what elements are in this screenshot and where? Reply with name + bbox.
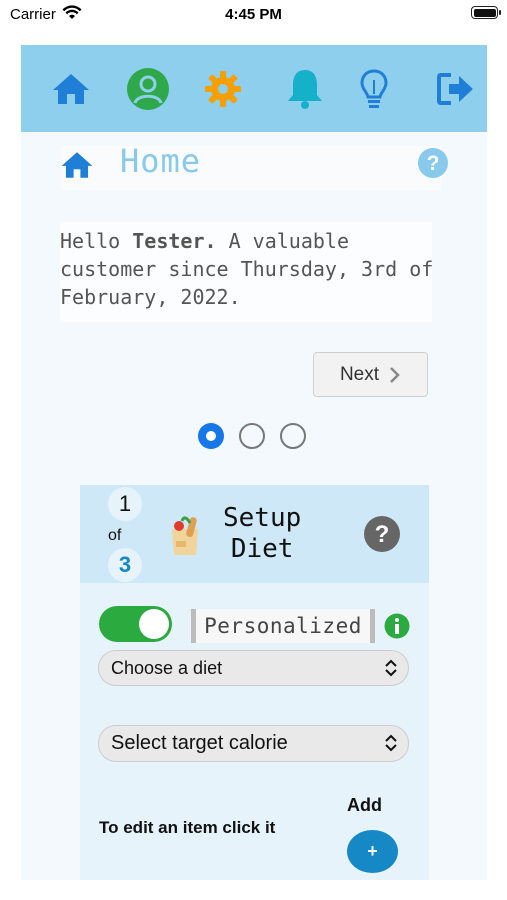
home-icon bbox=[53, 74, 89, 104]
chevron-updown-icon bbox=[385, 659, 397, 677]
svg-text:?: ? bbox=[427, 152, 440, 175]
step-total: 3 bbox=[108, 548, 142, 582]
logout-icon bbox=[437, 73, 473, 105]
edit-hint: To edit an item click it bbox=[99, 818, 276, 837]
nav-home-button[interactable] bbox=[49, 67, 93, 111]
page-dot-1[interactable] bbox=[198, 423, 224, 449]
chevron-updown-icon bbox=[385, 734, 397, 752]
help-icon[interactable]: ? bbox=[363, 515, 401, 558]
next-button[interactable]: Next bbox=[313, 352, 428, 397]
user-name: Tester. bbox=[132, 229, 217, 253]
step-of-label: of bbox=[108, 527, 122, 544]
battery-icon bbox=[471, 6, 501, 19]
greeting-text: Hello Tester. A valuable customer since … bbox=[60, 229, 434, 309]
next-button-label: Next bbox=[339, 363, 380, 385]
bell-icon bbox=[288, 70, 322, 109]
nav-logout-button[interactable] bbox=[433, 67, 477, 111]
add-item-button[interactable]: + bbox=[347, 830, 398, 873]
nav-notifications-button[interactable] bbox=[283, 67, 327, 111]
personalized-label: Personalized bbox=[191, 609, 375, 643]
chevron-right-icon bbox=[390, 366, 400, 383]
nav-profile-button[interactable] bbox=[126, 67, 170, 111]
grocery-bag-icon bbox=[168, 513, 204, 562]
status-bar: Carrier 4:45 PM bbox=[0, 0, 507, 30]
home-icon bbox=[60, 150, 94, 185]
nav-tips-button[interactable] bbox=[352, 67, 396, 111]
lightbulb-icon bbox=[360, 69, 388, 108]
top-navbar bbox=[21, 45, 487, 132]
page-dot-2[interactable] bbox=[239, 423, 265, 449]
page-dot-3[interactable] bbox=[280, 423, 306, 449]
diet-select[interactable]: Choose a diet bbox=[98, 650, 409, 686]
page-header bbox=[61, 146, 441, 190]
svg-text:?: ? bbox=[375, 521, 390, 548]
personalized-toggle[interactable] bbox=[99, 606, 172, 642]
diet-select-value: Choose a diet bbox=[111, 657, 223, 678]
calorie-select-value: Select target calorie bbox=[111, 732, 288, 754]
step-current: 1 bbox=[108, 487, 142, 521]
add-label: Add bbox=[347, 795, 382, 815]
profile-icon bbox=[127, 68, 169, 110]
clock: 4:45 PM bbox=[225, 6, 282, 23]
card-title: Setup Diet bbox=[223, 503, 302, 564]
help-icon[interactable]: ? bbox=[417, 147, 449, 184]
nav-settings-button[interactable] bbox=[201, 67, 245, 111]
page-title: Home bbox=[120, 142, 202, 180]
card-header: 1 of 3 Setup Diet ? bbox=[80, 485, 429, 583]
info-icon[interactable] bbox=[384, 613, 410, 644]
calorie-select[interactable]: Select target calorie bbox=[98, 725, 409, 762]
gear-icon bbox=[205, 71, 241, 107]
